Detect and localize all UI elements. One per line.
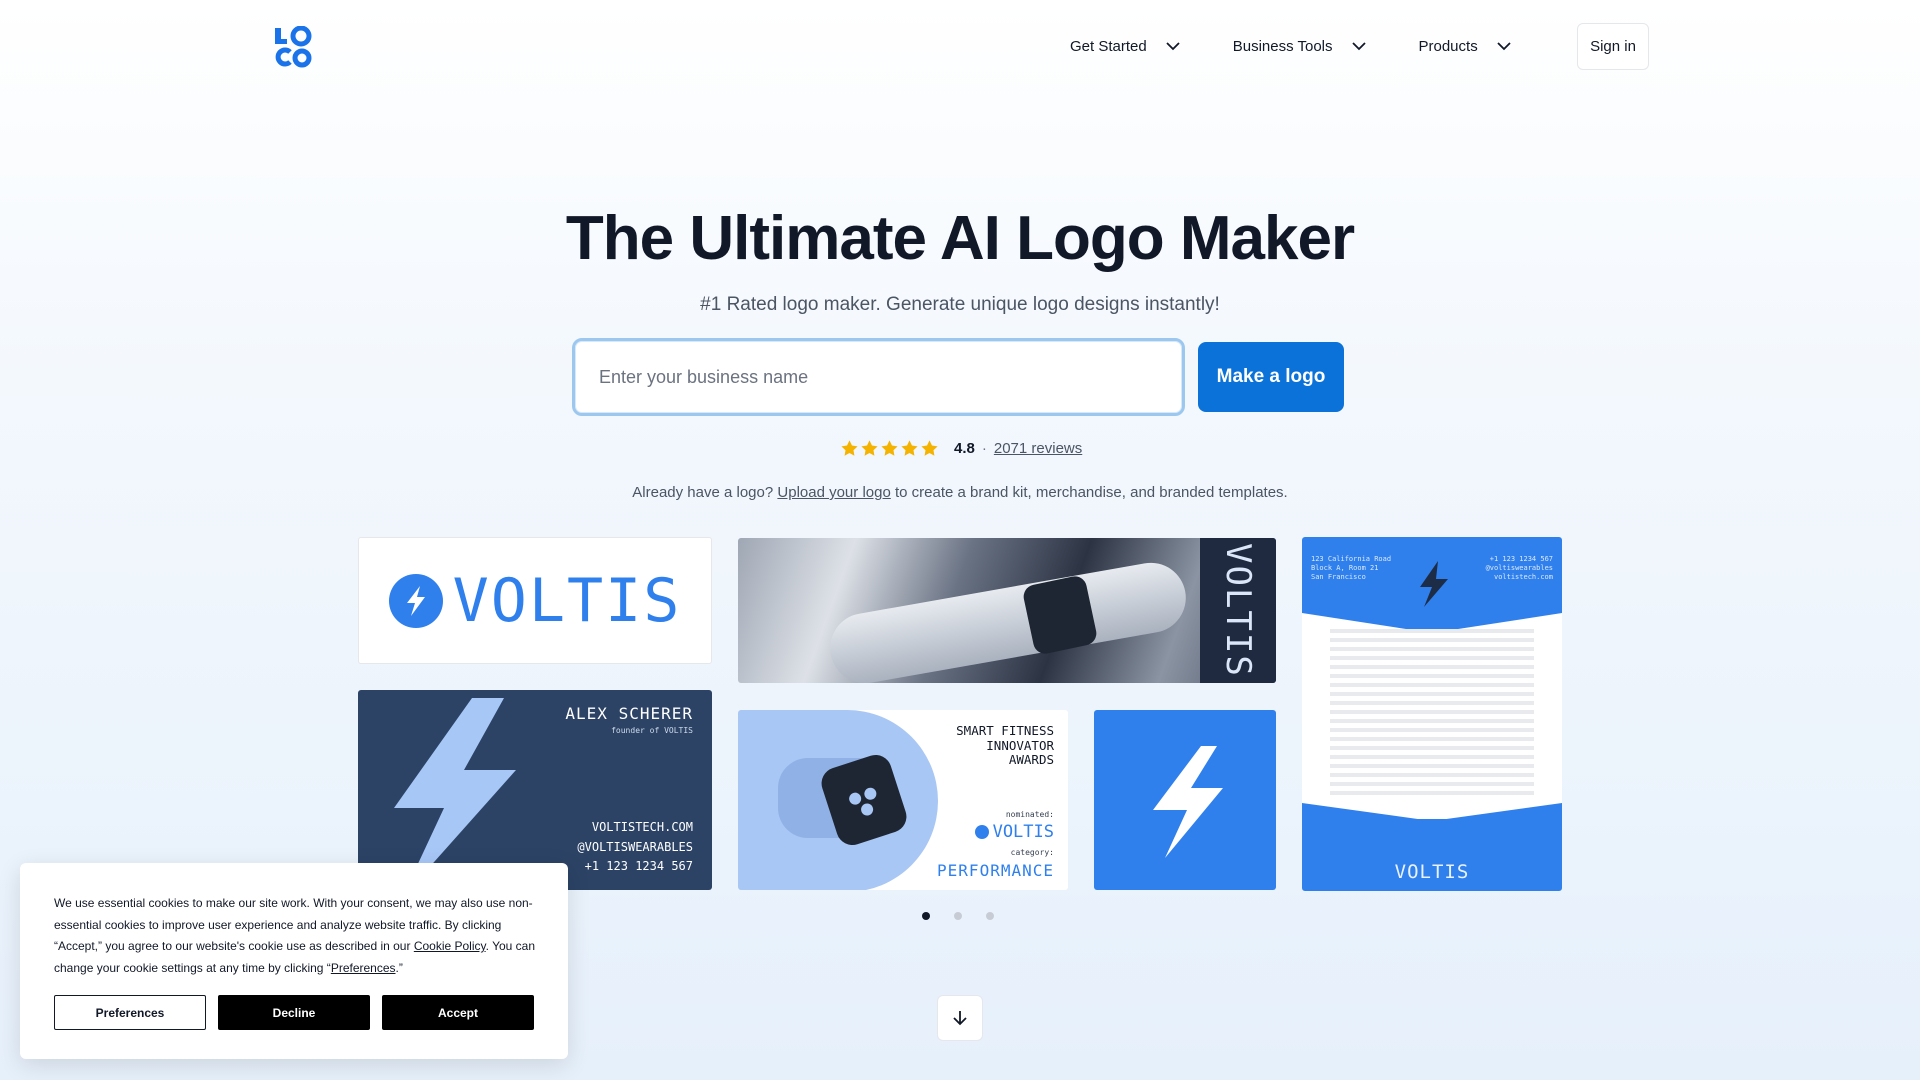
- cookie-text-part: .”: [395, 960, 403, 975]
- bolt-icon: [394, 698, 516, 890]
- scroll-down-button[interactable]: [937, 995, 983, 1041]
- rating-score: 4.8: [954, 439, 975, 457]
- nav-label: Products: [1418, 37, 1478, 55]
- site-header: Get Started Business Tools Products Sign…: [0, 0, 1920, 94]
- main-nav: Get Started Business Tools Products: [1070, 22, 1512, 70]
- banner-side-panel: VOLTIS: [1200, 538, 1276, 683]
- letterhead-contact: +1 123 1234 567 @voltiswearables voltist…: [1486, 555, 1553, 582]
- nav-label: Business Tools: [1232, 37, 1333, 55]
- contact-line: @voltiswearables: [1485, 564, 1553, 572]
- upload-prompt: Already have a logo? Upload your logo to…: [0, 484, 1920, 501]
- star-rating: [840, 439, 940, 458]
- rating-separator: ·: [981, 439, 987, 457]
- card-info-line: VOLTISTECH.COM: [591, 820, 693, 834]
- chevron-down-icon: [1166, 42, 1180, 51]
- nav-business-tools[interactable]: Business Tools: [1233, 22, 1367, 70]
- nav-get-started[interactable]: Get Started: [1070, 22, 1181, 70]
- star-icon: [921, 439, 938, 456]
- cookie-policy-link[interactable]: Cookie Policy: [414, 939, 486, 953]
- contact-line: +1 123 1234 567: [1489, 555, 1553, 563]
- award-brand-name: VOLTIS: [992, 822, 1054, 842]
- business-name-input[interactable]: [572, 338, 1185, 416]
- carousel-dot[interactable]: [954, 912, 962, 920]
- award-heading-line: AWARDS: [1008, 752, 1054, 767]
- hero-subtitle: #1 Rated logo maker. Generate unique log…: [700, 294, 1220, 315]
- upload-logo-link[interactable]: Upload your logo: [777, 484, 890, 501]
- card-contact: VOLTISTECH.COM @VOLTISWEARABLES +1 123 1…: [577, 818, 693, 877]
- letterhead-address: 123 California Road Block A, Room 21 San…: [1311, 555, 1391, 582]
- nav-products[interactable]: Products: [1419, 22, 1512, 70]
- address-line: 123 California Road: [1311, 555, 1392, 563]
- category-label: category:: [1010, 848, 1054, 857]
- address-line: Block A, Room 21: [1311, 564, 1379, 572]
- upload-prompt-prefix: Already have a logo?: [632, 484, 774, 501]
- nav-label: Get Started: [1070, 37, 1147, 55]
- brand-wordmark: VOLTIS: [452, 565, 682, 636]
- arrow-down-icon: [953, 1011, 967, 1026]
- star-icon: [881, 439, 898, 456]
- letterhead-footer: VOLTIS: [1302, 819, 1562, 891]
- chevron-down-icon: [1497, 42, 1511, 51]
- banner-wordmark: VOLTIS: [1218, 543, 1258, 678]
- letterhead-wordmark: VOLTIS: [1394, 861, 1470, 883]
- bolt-icon: [1420, 561, 1448, 607]
- card-info-line: +1 123 1234 567: [584, 859, 693, 873]
- logo-preview-card: VOLTIS: [358, 537, 712, 664]
- star-icon: [901, 439, 918, 456]
- card-info-line: @VOLTISWEARABLES: [577, 839, 693, 854]
- contact-line: voltistech.com: [1493, 573, 1553, 581]
- carousel-dot[interactable]: [986, 912, 994, 920]
- app-icon-card: [1094, 710, 1276, 890]
- award-category: PERFORMANCE: [937, 861, 1054, 880]
- page-title: The Ultimate AI Logo Maker: [565, 204, 1355, 273]
- card-role: founder of VOLTIS: [611, 726, 693, 735]
- wearable-banner-card: VOLTIS: [738, 538, 1276, 683]
- bolt-icon: [1153, 746, 1223, 858]
- bolt-icon: [388, 573, 443, 628]
- award-brand: VOLTIS: [974, 822, 1054, 842]
- upload-prompt-suffix: to create a brand kit, merchandise, and …: [894, 484, 1288, 501]
- logo-icon[interactable]: [272, 26, 312, 68]
- cookie-text: We use essential cookies to make our sit…: [54, 893, 548, 979]
- card-name: ALEX SCHERER: [565, 704, 693, 723]
- rating-summary: 4.8 · 2071 reviews: [840, 436, 1082, 460]
- cookie-preferences-link[interactable]: Preferences: [331, 961, 396, 975]
- sign-in-button[interactable]: Sign in: [1577, 23, 1649, 70]
- award-heading-line: SMART FITNESS: [956, 723, 1054, 738]
- accept-button[interactable]: Accept: [382, 995, 534, 1030]
- address-line: San Francisco: [1311, 573, 1366, 581]
- nominated-label: nominated:: [1005, 810, 1054, 819]
- bolt-icon: [974, 825, 989, 839]
- business-card: ALEX SCHERER founder of VOLTIS VOLTISTEC…: [358, 690, 712, 890]
- chevron-down-icon: [1351, 42, 1366, 51]
- arm-image: [824, 557, 1192, 683]
- carousel-dots: [922, 912, 1018, 920]
- cookie-banner: We use essential cookies to make our sit…: [20, 863, 568, 1059]
- star-icon: [841, 439, 858, 456]
- award-heading: SMART FITNESS INNOVATOR AWARDS: [956, 723, 1054, 768]
- star-icon: [861, 439, 878, 456]
- reviews-link[interactable]: 2071 reviews: [994, 440, 1082, 457]
- letterhead-card: 123 California Road Block A, Room 21 San…: [1302, 537, 1562, 891]
- carousel-dot[interactable]: [922, 912, 930, 920]
- make-logo-button[interactable]: Make a logo: [1198, 342, 1344, 412]
- award-heading-line: INNOVATOR: [986, 737, 1054, 753]
- award-card: SMART FITNESS INNOVATOR AWARDS nominated…: [738, 710, 1068, 890]
- letter-body-lines: [1330, 629, 1534, 799]
- preferences-button[interactable]: Preferences: [54, 995, 206, 1030]
- decline-button[interactable]: Decline: [218, 995, 370, 1030]
